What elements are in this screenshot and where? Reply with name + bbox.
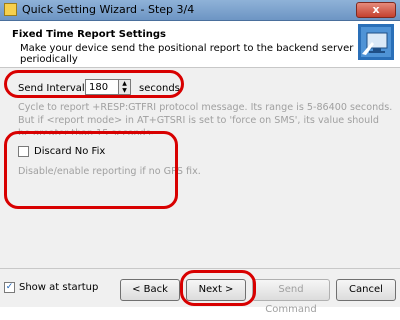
highlight-send-interval (4, 70, 184, 98)
show-at-startup-label: Show at startup (19, 282, 99, 293)
back-button[interactable]: < Back (120, 279, 180, 301)
app-icon (4, 3, 17, 16)
highlight-discard-no-fix (4, 131, 178, 209)
interval-help-text: Cycle to report +RESP:GTFRI protocol mes… (18, 102, 393, 135)
close-button[interactable]: x (356, 2, 396, 18)
cancel-button[interactable]: Cancel (336, 279, 396, 301)
show-at-startup-checkbox[interactable]: ✓ (4, 282, 15, 293)
monitor-icon (358, 24, 394, 60)
send-command-button[interactable]: Send Command (252, 279, 330, 315)
title-bar: Quick Setting Wizard - Step 3/4 x (0, 0, 400, 21)
window-title: Quick Setting Wizard - Step 3/4 (22, 3, 195, 16)
page-subtitle: Make your device send the positional rep… (20, 43, 354, 65)
highlight-next-button (180, 270, 256, 306)
page-title: Fixed Time Report Settings (12, 29, 166, 40)
wizard-header: Fixed Time Report Settings Make your dev… (0, 21, 400, 68)
